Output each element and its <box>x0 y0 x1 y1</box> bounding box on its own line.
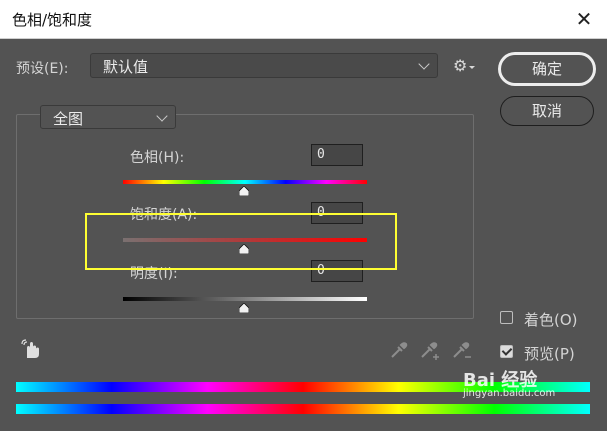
hue-label: 色相(H): <box>130 150 185 166</box>
preview-checkbox[interactable] <box>500 345 513 358</box>
lightness-slider-thumb[interactable] <box>239 303 249 313</box>
eyedropper-icon[interactable] <box>389 340 409 360</box>
hand-target-icon[interactable] <box>20 338 42 360</box>
caret-down-icon <box>469 66 475 69</box>
hue-slider-thumb[interactable] <box>239 186 249 196</box>
eyedropper-plus-icon[interactable] <box>419 340 441 362</box>
chevron-down-icon <box>418 58 430 70</box>
colorize-checkbox[interactable] <box>500 311 513 324</box>
hue-value-field[interactable]: 0 <box>311 144 363 166</box>
channel-value: 全图 <box>53 110 84 128</box>
eyedropper-minus-icon[interactable] <box>451 340 473 362</box>
channel-dropdown[interactable]: 全图 <box>40 105 176 129</box>
cancel-button[interactable]: 取消 <box>500 96 594 126</box>
preset-value: 默认值 <box>103 58 149 76</box>
output-spectrum-bar <box>16 404 590 414</box>
preset-label: 预设(E): <box>16 61 69 77</box>
preset-dropdown[interactable]: 默认值 <box>90 53 438 78</box>
window-title: 色相/饱和度 <box>12 11 93 29</box>
highlight-annotation <box>85 213 397 270</box>
lightness-slider-track[interactable] <box>123 297 367 301</box>
settings-gear-icon[interactable]: ⚙ <box>453 56 467 75</box>
colorize-label: 着色(O) <box>524 311 578 329</box>
ok-button[interactable]: 确定 <box>500 54 594 84</box>
preview-label: 预览(P) <box>524 345 575 363</box>
close-icon[interactable]: ✕ <box>561 0 607 38</box>
hue-slider-track[interactable] <box>123 180 367 184</box>
chevron-down-icon <box>156 110 168 122</box>
title-bar: 色相/饱和度 ✕ <box>0 0 607 39</box>
watermark-url: jingyan.baidu.com <box>463 388 556 399</box>
